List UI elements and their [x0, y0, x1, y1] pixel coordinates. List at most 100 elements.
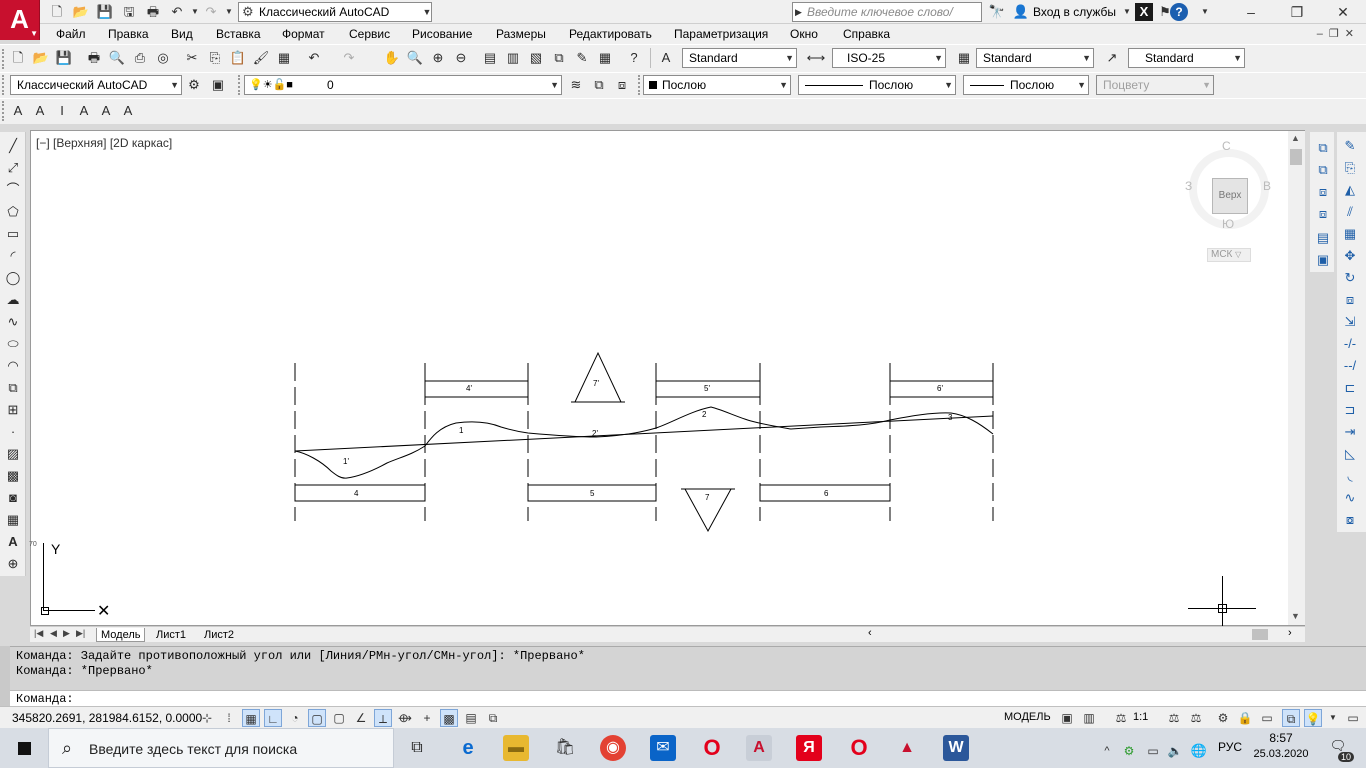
- layer-properties-icon[interactable]: ≋: [566, 75, 586, 95]
- last-tab-icon[interactable]: ▶|: [76, 628, 85, 639]
- transparency-icon[interactable]: ▩: [440, 709, 458, 727]
- clock-date[interactable]: 25.03.2020: [1250, 748, 1312, 760]
- save-icon[interactable]: 💾: [54, 48, 74, 68]
- copy-icon[interactable]: ⎘: [205, 48, 225, 68]
- cut-icon[interactable]: ✂: [182, 48, 202, 68]
- mirror-icon[interactable]: ◭: [1340, 180, 1360, 200]
- scroll-left-icon[interactable]: ‹: [868, 627, 872, 639]
- text-find-icon[interactable]: A: [74, 101, 94, 121]
- menu-insert[interactable]: Вставка: [216, 27, 261, 41]
- scale-icon[interactable]: ⧈: [1340, 290, 1360, 310]
- dynamic-input-icon[interactable]: ⟴: [396, 709, 414, 727]
- menu-modify[interactable]: Редактировать: [569, 27, 652, 41]
- compass-east[interactable]: В: [1263, 179, 1271, 193]
- 3d-object-snap-icon[interactable]: ▢: [330, 709, 348, 727]
- viewcube-top-face[interactable]: Верх: [1212, 178, 1248, 214]
- ellipse-icon[interactable]: ⬭: [3, 334, 23, 354]
- login-button[interactable]: Вход в службы: [1033, 5, 1116, 19]
- chrome-icon[interactable]: ◉: [600, 735, 626, 761]
- toolbar-grip[interactable]: [238, 75, 242, 95]
- dim-style-select[interactable]: ISO-25 ▼: [832, 48, 946, 68]
- table-icon[interactable]: ▦: [3, 510, 23, 530]
- text-style-select[interactable]: Standard ▼: [682, 48, 797, 68]
- compass-south[interactable]: Ю: [1222, 217, 1234, 231]
- compass-north[interactable]: С: [1222, 139, 1231, 153]
- multiline-text-icon[interactable]: A: [8, 101, 28, 121]
- line-icon[interactable]: ╱: [3, 136, 23, 156]
- spline-icon[interactable]: ∿: [3, 312, 23, 332]
- save-as-icon[interactable]: 🖫: [120, 3, 138, 21]
- model-space-button[interactable]: МОДЕЛЬ: [1004, 711, 1051, 723]
- autocad-2-icon[interactable]: ▲: [894, 735, 920, 761]
- array-icon[interactable]: ▦: [1340, 224, 1360, 244]
- tab-layout1[interactable]: Лист1: [152, 628, 190, 642]
- store-icon[interactable]: 🛍: [552, 735, 578, 761]
- publish-icon[interactable]: ⎙: [130, 48, 150, 68]
- markup-icon[interactable]: ✎: [572, 48, 592, 68]
- construction-line-icon[interactable]: ⤢: [3, 158, 23, 178]
- viewcube[interactable]: С Ю З В Верх: [1184, 139, 1274, 231]
- bring-front-icon[interactable]: ⧉: [1313, 138, 1333, 158]
- new-file-icon[interactable]: 🗋: [8, 48, 28, 68]
- search-input[interactable]: ▶ Введите ключевое слово/фразу: [792, 2, 982, 37]
- task-view-icon[interactable]: ⧉: [404, 735, 430, 761]
- extend-icon[interactable]: --/: [1340, 356, 1360, 376]
- toolbar-grip[interactable]: [2, 101, 6, 121]
- first-tab-icon[interactable]: |◀: [34, 628, 43, 639]
- stretch-icon[interactable]: ⇲: [1340, 312, 1360, 332]
- pan-icon[interactable]: ✋: [382, 48, 402, 68]
- blend-icon[interactable]: ∿: [1340, 488, 1360, 508]
- workspace-save-icon[interactable]: ▣: [208, 75, 228, 95]
- taskbar-search-input[interactable]: ⌕ Введите здесь текст для поиска: [48, 728, 394, 768]
- annotation-scale-value[interactable]: 1:1: [1133, 711, 1148, 723]
- point-icon[interactable]: ·: [3, 422, 23, 442]
- mail-icon[interactable]: ✉: [650, 735, 676, 761]
- hardware-acceleration-icon[interactable]: ▭: [1258, 709, 1276, 727]
- region-icon[interactable]: ◙: [3, 488, 23, 508]
- bring-above-icon[interactable]: ⧈: [1313, 182, 1333, 202]
- quick-view-layouts-icon[interactable]: ▣: [1058, 709, 1076, 727]
- ortho-mode-icon[interactable]: ∟: [264, 709, 282, 727]
- scroll-down-icon[interactable]: ▼: [1291, 611, 1300, 621]
- tab-model[interactable]: Модель: [96, 628, 146, 642]
- mleader-style-icon[interactable]: ↗: [1102, 48, 1122, 68]
- rotate-icon[interactable]: ↻: [1340, 268, 1360, 288]
- revision-cloud-icon[interactable]: ☁: [3, 290, 23, 310]
- join-icon[interactable]: ⇥: [1340, 422, 1360, 442]
- grid-display-icon[interactable]: ▦: [242, 709, 260, 727]
- redo-dropdown-icon[interactable]: ▼: [220, 3, 238, 21]
- workspace-select[interactable]: ⚙ Классический AutoCAD: [238, 2, 432, 22]
- rectangle-icon[interactable]: ▭: [3, 224, 23, 244]
- workspace-switching-icon[interactable]: ⚙: [1214, 709, 1232, 727]
- prev-tab-icon[interactable]: ◀: [50, 628, 57, 639]
- edge-icon[interactable]: e: [455, 735, 481, 761]
- lightbulb-icon[interactable]: 💡: [1304, 709, 1322, 727]
- polygon-icon[interactable]: ⬠: [3, 202, 23, 222]
- start-button[interactable]: [0, 728, 48, 768]
- zoom-realtime-icon[interactable]: 🔍: [405, 48, 425, 68]
- lineweight-icon[interactable]: +: [418, 709, 436, 727]
- workspace-toolbar-select[interactable]: Классический AutoCAD ▼: [10, 75, 182, 95]
- snap-mode-icon[interactable]: ⁞: [220, 709, 238, 727]
- break-point-icon[interactable]: ⊏: [1340, 378, 1360, 398]
- text-style-icon[interactable]: A: [96, 101, 116, 121]
- toolbar-lock-icon[interactable]: 🔒: [1236, 709, 1254, 727]
- command-window-grip[interactable]: [0, 646, 10, 706]
- zoom-window-icon[interactable]: ⊕: [428, 48, 448, 68]
- linetype-select[interactable]: Послою ▼: [798, 75, 956, 95]
- text-align-icon[interactable]: A: [30, 101, 50, 121]
- make-current-layer-icon[interactable]: ⧉: [589, 75, 609, 95]
- 3d-print-icon[interactable]: ◎: [153, 48, 173, 68]
- break-icon[interactable]: ⊐: [1340, 400, 1360, 420]
- help-dropdown-icon[interactable]: ▼: [1196, 3, 1214, 21]
- language-indicator[interactable]: РУС: [1218, 740, 1242, 754]
- circle-icon[interactable]: ◯: [3, 268, 23, 288]
- properties-icon[interactable]: ▤: [480, 48, 500, 68]
- gradient-icon[interactable]: ▩: [3, 466, 23, 486]
- selection-cycling-icon[interactable]: ⧉: [484, 709, 502, 727]
- workspace-settings-icon[interactable]: ⚙: [184, 75, 204, 95]
- text-edit-icon[interactable]: I: [52, 101, 72, 121]
- ellipse-arc-icon[interactable]: ◠: [3, 356, 23, 376]
- table-style-icon[interactable]: ▦: [954, 48, 974, 68]
- polyline-icon[interactable]: ⌒: [3, 180, 23, 200]
